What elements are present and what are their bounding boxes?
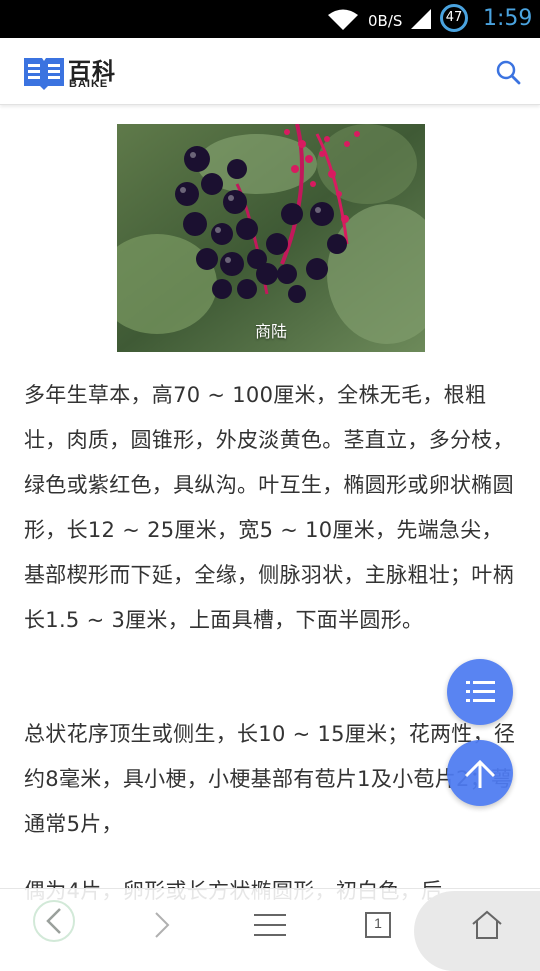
article-paragraph: 总状花序顶生或侧生，长10 ~ 15厘米；花两性，径约8毫米，具小梗，小梗基部有… xyxy=(24,722,516,836)
network-speed: 0B/S xyxy=(368,12,403,30)
table-of-contents-button[interactable] xyxy=(447,659,513,725)
wifi-icon xyxy=(328,9,358,30)
menu-icon[interactable] xyxy=(252,911,288,939)
home-icon[interactable] xyxy=(470,909,504,941)
tabs-button[interactable]: 1 xyxy=(364,911,392,939)
list-icon xyxy=(466,681,495,702)
app-header: 百科 BAIKE xyxy=(0,38,540,105)
search-icon[interactable] xyxy=(494,58,522,86)
logo-subtext[interactable]: BAIKE xyxy=(69,78,108,90)
photo-caption: 商陆 xyxy=(254,322,287,341)
battery-indicator: 47 xyxy=(440,4,468,32)
signal-icon xyxy=(411,9,431,29)
back-icon[interactable] xyxy=(30,897,78,945)
status-bar: 0B/S 47 1:59 xyxy=(0,0,540,38)
browser-toolbar: 1 xyxy=(0,888,540,971)
arrow-up-icon xyxy=(464,759,496,788)
tab-count: 1 xyxy=(374,915,382,931)
clock: 1:59 xyxy=(483,6,533,31)
forward-icon[interactable] xyxy=(148,907,176,943)
article-paragraph: 多年生草本，高70 ~ 100厘米，全株无毛，根粗壮，肉质，圆锥形，外皮淡黄色。… xyxy=(24,383,514,632)
back-to-top-button[interactable] xyxy=(447,740,513,806)
plant-photo[interactable]: 商陆 xyxy=(117,124,425,352)
book-logo-icon[interactable] xyxy=(24,56,64,92)
